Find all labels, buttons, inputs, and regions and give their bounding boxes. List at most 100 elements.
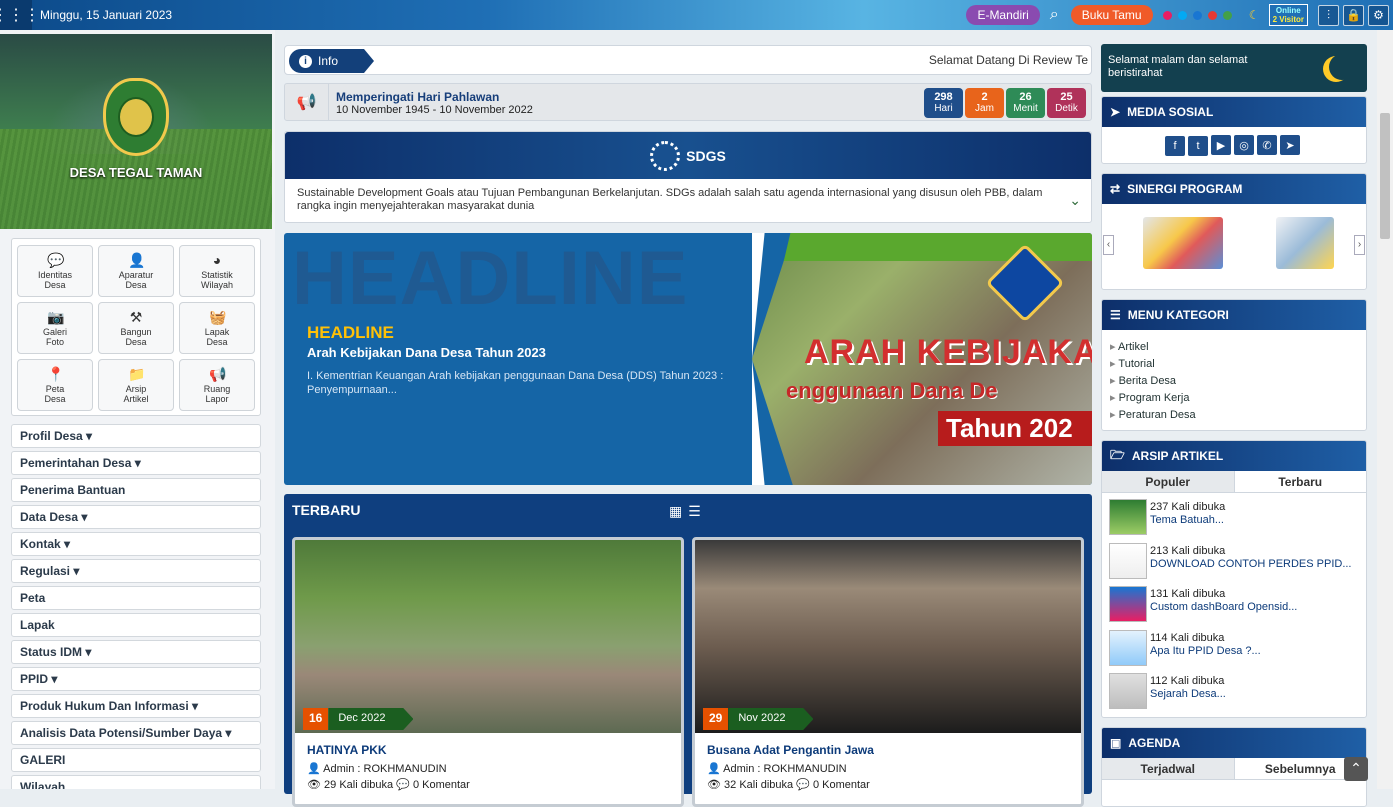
- quick-menu-item-1[interactable]: 👤 Aparatur Desa: [98, 245, 174, 297]
- article-day: 16: [303, 708, 329, 730]
- quick-menu-item-8[interactable]: 📢 Ruang Lapor: [179, 359, 255, 411]
- sidebar-menu-item[interactable]: Pemerintahan Desa ▾: [11, 451, 261, 475]
- sidebar-menu-item[interactable]: Wilayah: [11, 775, 261, 789]
- sidebar-menu-item[interactable]: Regulasi ▾: [11, 559, 261, 583]
- category-link[interactable]: Tutorial: [1110, 356, 1366, 373]
- archive-thumbnail[interactable]: [1109, 586, 1147, 622]
- sidebar-menu-item[interactable]: Kontak ▾: [11, 532, 261, 556]
- tab-terjadwal[interactable]: Terjadwal: [1102, 758, 1235, 779]
- article-title[interactable]: Busana Adat Pengantin Jawa: [707, 743, 874, 757]
- search-icon[interactable]: ⌕: [1050, 6, 1059, 24]
- sidebar-menu-item[interactable]: PPID ▾: [11, 667, 261, 691]
- sidebar-menu-item[interactable]: Penerima Bantuan: [11, 478, 261, 502]
- grid-view-icon[interactable]: ▦: [669, 503, 688, 519]
- telegram-icon[interactable]: ➤: [1280, 135, 1300, 155]
- archive-item[interactable]: 114 Kali dibuka Apa Itu PPID Desa ?...: [1102, 629, 1366, 674]
- headline-title[interactable]: Arah Kebijakan Dana Desa Tahun 2023: [307, 345, 546, 360]
- archive-title[interactable]: Tema Batuah...: [1150, 514, 1224, 526]
- article-title[interactable]: HATINYA PKK: [307, 743, 387, 757]
- quick-menu-item-6[interactable]: 📍 Peta Desa: [17, 359, 93, 411]
- youtube-icon[interactable]: ▶: [1211, 135, 1231, 155]
- carousel-next-icon[interactable]: ›: [1354, 235, 1365, 255]
- quick-menu-item-0[interactable]: 💬 Identitas Desa: [17, 245, 93, 297]
- gear-icon[interactable]: ⚙: [1368, 4, 1389, 26]
- sidebar-menu-item[interactable]: Lapak: [11, 613, 261, 637]
- category-link[interactable]: Peraturan Desa: [1110, 407, 1366, 424]
- sidebar-menu-item[interactable]: Profil Desa ▾: [11, 424, 261, 448]
- arsip-title: ARSIP ARTIKEL: [1131, 449, 1224, 463]
- sidebar-menu-item[interactable]: Peta: [11, 586, 261, 610]
- archive-item[interactable]: 237 Kali dibuka Tema Batuah...: [1102, 499, 1366, 543]
- whatsapp-icon[interactable]: ✆: [1257, 135, 1277, 155]
- archive-thumbnail[interactable]: [1109, 629, 1147, 666]
- sidebar-menu-item[interactable]: Analisis Data Potensi/Sumber Daya ▾: [11, 721, 261, 745]
- sinergi-program-image-1[interactable]: [1143, 217, 1223, 269]
- info-ticker-text: Selamat Datang Di Review Te: [928, 53, 1088, 67]
- apps-grid-icon[interactable]: ⋮⋮⋮: [0, 0, 40, 30]
- theme-dot-4[interactable]: [1222, 10, 1232, 20]
- quick-menu-item-3[interactable]: 📷 Galeri Foto: [17, 302, 93, 354]
- archive-views: 131 Kali dibuka: [1150, 588, 1226, 600]
- archive-title[interactable]: DOWNLOAD CONTOH PERDES PPID...: [1150, 558, 1352, 570]
- buku-tamu-button[interactable]: Buku Tamu: [1070, 5, 1153, 25]
- lock-icon[interactable]: 🔒: [1343, 4, 1364, 26]
- sidebar-menu-item[interactable]: Data Desa ▾: [11, 505, 261, 529]
- info-tag: i Info: [289, 49, 374, 73]
- night-mode-icon[interactable]: ☾: [1244, 5, 1265, 26]
- article-author: Admin : ROKHMANUDIN: [323, 763, 447, 775]
- category-link[interactable]: Program Kerja: [1110, 390, 1366, 407]
- archive-thumbnail[interactable]: [1109, 499, 1147, 535]
- sinergi-program-image-2[interactable]: [1276, 217, 1334, 269]
- category-link[interactable]: Artikel: [1110, 339, 1366, 356]
- instagram-icon[interactable]: ◎: [1234, 135, 1254, 155]
- theme-dot-3[interactable]: [1207, 10, 1217, 20]
- chevron-down-icon[interactable]: ⌄: [1069, 192, 1081, 209]
- countdown-value: 25: [1060, 91, 1073, 103]
- article-image[interactable]: [295, 540, 681, 733]
- quick-menu-item-2[interactable]: ◕ Statistik Wilayah: [179, 245, 255, 297]
- tab-populer[interactable]: Populer: [1102, 471, 1235, 492]
- quick-menu-item-5[interactable]: 🧺 Lapak Desa: [179, 302, 255, 354]
- emandiri-button[interactable]: E-Mandiri: [966, 5, 1040, 25]
- sidebar-menu-item[interactable]: Produk Hukum Dan Informasi ▾: [11, 694, 261, 718]
- archive-title[interactable]: Apa Itu PPID Desa ?...: [1150, 645, 1261, 657]
- article-card[interactable]: 16 Dec 2022 HATINYA PKK 👤 Admin : ROKHMANUD…: [292, 537, 684, 807]
- theme-color-dots: [1162, 10, 1232, 20]
- quick-menu-item-7[interactable]: 📁 Arsip Artikel: [98, 359, 174, 411]
- sdgs-header[interactable]: SDGS: [285, 132, 1091, 179]
- event-title[interactable]: Memperingati Hari Pahlawan: [336, 90, 499, 104]
- basket-icon: 🧺: [209, 309, 227, 325]
- quick-menu-item-4[interactable]: ⚒ Bangun Desa: [98, 302, 174, 354]
- article-card[interactable]: 29 Nov 2022 Busana Adat Pengantin Jawa 👤 Ad…: [692, 537, 1084, 807]
- archive-thumbnail[interactable]: [1109, 673, 1147, 709]
- sidebar-menu-item[interactable]: GALERI: [11, 748, 261, 772]
- list-view-icon[interactable]: ☰: [688, 503, 707, 519]
- tab-terbaru[interactable]: Terbaru: [1235, 471, 1367, 492]
- sinergi-title: SINERGI PROGRAM: [1127, 182, 1243, 196]
- scrollbar-thumb[interactable]: [1380, 113, 1390, 239]
- scroll-to-top-button[interactable]: ⌃: [1344, 757, 1368, 781]
- article-image[interactable]: [695, 540, 1081, 733]
- stats-icon[interactable]: ⫶: [1318, 4, 1339, 26]
- theme-dot-2[interactable]: [1192, 10, 1202, 20]
- archive-title[interactable]: Sejarah Desa...: [1150, 688, 1226, 700]
- eye-icon: 👁: [707, 779, 725, 791]
- page-scrollbar[interactable]: [1377, 30, 1393, 789]
- theme-dot-0[interactable]: [1162, 10, 1172, 20]
- village-logo: [103, 78, 169, 156]
- article-stats-line: 👁 29 Kali dibuka 💬 0 Komentar: [307, 778, 470, 791]
- carousel-prev-icon[interactable]: ‹: [1103, 235, 1114, 255]
- archive-item[interactable]: 131 Kali dibuka Custom dashBoard Opensid.…: [1102, 586, 1366, 630]
- archive-title[interactable]: Custom dashBoard Opensid...: [1150, 601, 1297, 613]
- archive-item[interactable]: 213 Kali dibuka DOWNLOAD CONTOH PERDES PP…: [1102, 542, 1366, 587]
- facebook-icon[interactable]: f: [1165, 135, 1185, 156]
- view-toggle[interactable]: ▦☰: [669, 503, 707, 520]
- current-date: Minggu, 15 Januari 2023: [40, 8, 173, 22]
- category-link[interactable]: Berita Desa: [1110, 373, 1366, 390]
- twitter-icon[interactable]: t: [1188, 135, 1208, 156]
- headline-slider[interactable]: HEADLINE HEADLINE Arah Kebijakan Dana De…: [284, 233, 1092, 485]
- sidebar-menu-item[interactable]: Status IDM ▾: [11, 640, 261, 664]
- archive-item[interactable]: 112 Kali dibuka Sejarah Desa...: [1102, 673, 1366, 717]
- theme-dot-1[interactable]: [1177, 10, 1187, 20]
- archive-thumbnail[interactable]: [1109, 542, 1147, 579]
